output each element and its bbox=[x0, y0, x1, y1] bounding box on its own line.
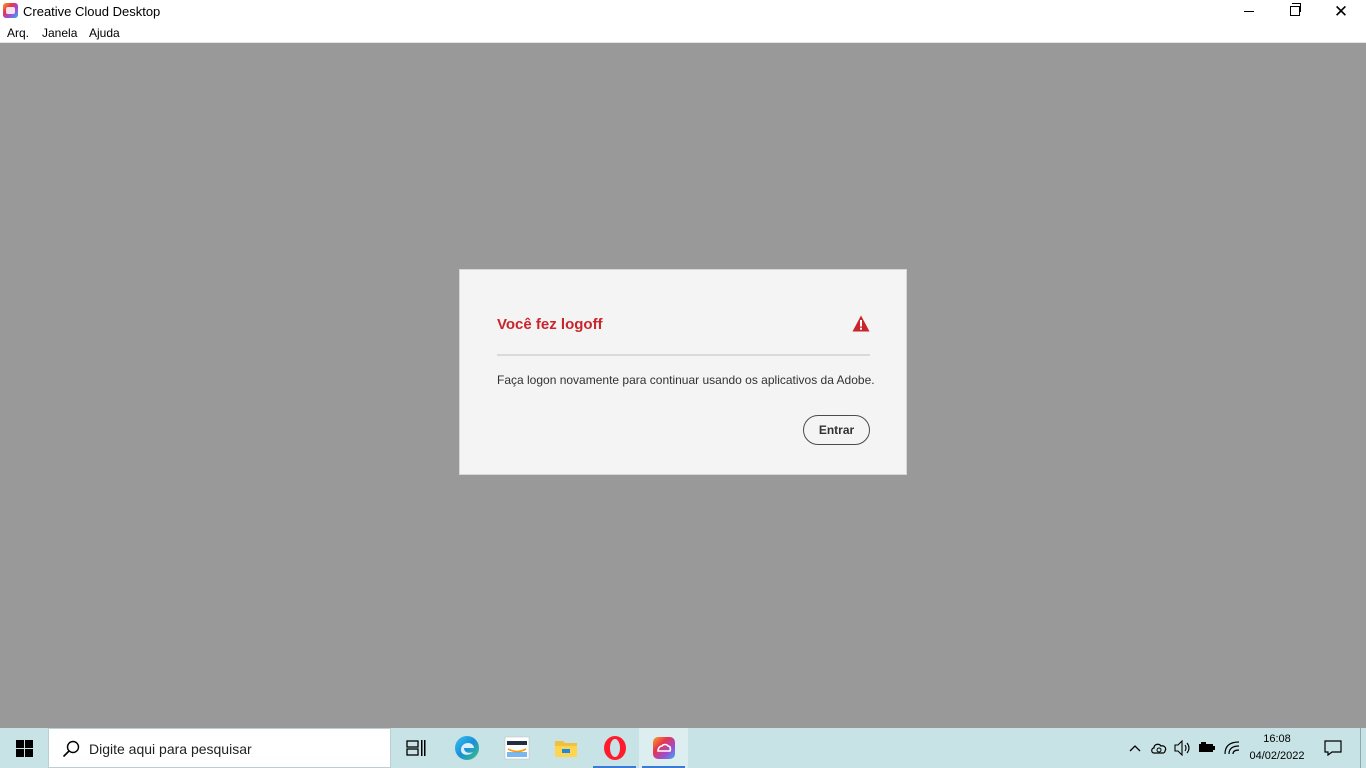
restore-icon bbox=[1290, 3, 1301, 16]
show-hidden-icons-button[interactable] bbox=[1126, 728, 1144, 768]
window-title: Creative Cloud Desktop bbox=[23, 4, 161, 19]
title-bar: Creative Cloud Desktop ✕ bbox=[0, 0, 1366, 22]
minimize-icon bbox=[1244, 10, 1254, 12]
notification-icon bbox=[1324, 740, 1342, 756]
wifi-icon bbox=[1224, 741, 1240, 755]
amazon-button[interactable] bbox=[492, 728, 541, 768]
opera-button[interactable] bbox=[590, 728, 639, 768]
taskbar: Digite aqui para pesquisar 16:08 04/02/2… bbox=[0, 728, 1366, 768]
creative-cloud-button[interactable] bbox=[639, 728, 688, 768]
dialog-divider bbox=[497, 354, 870, 356]
logoff-dialog: Você fez logoff Faça logon novamente par… bbox=[459, 269, 907, 475]
taskbar-search-box[interactable]: Digite aqui para pesquisar bbox=[48, 728, 391, 768]
clock-date: 04/02/2022 bbox=[1249, 750, 1305, 762]
creative-cloud-app-icon bbox=[3, 3, 18, 18]
menu-bar: Arq. Janela Ajuda bbox=[0, 22, 1366, 43]
search-icon bbox=[62, 740, 80, 758]
start-button[interactable] bbox=[0, 728, 48, 768]
menu-arq[interactable]: Arq. bbox=[7, 26, 29, 40]
wifi-tray-button[interactable] bbox=[1221, 728, 1243, 768]
amazon-icon bbox=[504, 736, 529, 760]
battery-tray-button[interactable] bbox=[1196, 728, 1218, 768]
task-view-icon bbox=[405, 740, 425, 756]
search-placeholder: Digite aqui para pesquisar bbox=[89, 741, 252, 757]
warning-icon bbox=[852, 315, 870, 332]
file-explorer-icon bbox=[554, 741, 577, 757]
taskbar-clock[interactable]: 16:08 04/02/2022 bbox=[1246, 731, 1308, 765]
volume-tray-button[interactable] bbox=[1172, 728, 1194, 768]
show-desktop-button[interactable] bbox=[1360, 728, 1361, 768]
restore-button[interactable] bbox=[1272, 0, 1318, 22]
volume-icon bbox=[1174, 740, 1190, 756]
main-content: Você fez logoff Faça logon novamente par… bbox=[0, 43, 1366, 728]
file-explorer-button[interactable] bbox=[541, 728, 590, 768]
task-view-button[interactable] bbox=[391, 728, 440, 768]
menu-janela[interactable]: Janela bbox=[42, 26, 77, 40]
opera-icon bbox=[603, 736, 626, 760]
close-button[interactable]: ✕ bbox=[1318, 0, 1364, 22]
action-center-button[interactable] bbox=[1318, 728, 1348, 768]
windows-icon bbox=[15, 739, 33, 757]
edge-button[interactable] bbox=[442, 728, 491, 768]
dialog-title: Você fez logoff bbox=[497, 316, 603, 333]
clock-time: 16:08 bbox=[1263, 733, 1291, 745]
edge-icon bbox=[454, 736, 479, 760]
cloud-sync-icon bbox=[1151, 743, 1167, 754]
minimize-button[interactable] bbox=[1226, 0, 1272, 22]
battery-icon bbox=[1199, 742, 1215, 752]
chevron-up-icon bbox=[1129, 745, 1141, 752]
close-icon: ✕ bbox=[1333, 1, 1349, 21]
menu-ajuda[interactable]: Ajuda bbox=[89, 26, 120, 40]
creative-cloud-icon bbox=[652, 737, 675, 759]
cloud-sync-tray-button[interactable] bbox=[1148, 728, 1170, 768]
dialog-message: Faça logon novamente para continuar usan… bbox=[497, 373, 875, 387]
entrar-button[interactable]: Entrar bbox=[803, 415, 870, 445]
